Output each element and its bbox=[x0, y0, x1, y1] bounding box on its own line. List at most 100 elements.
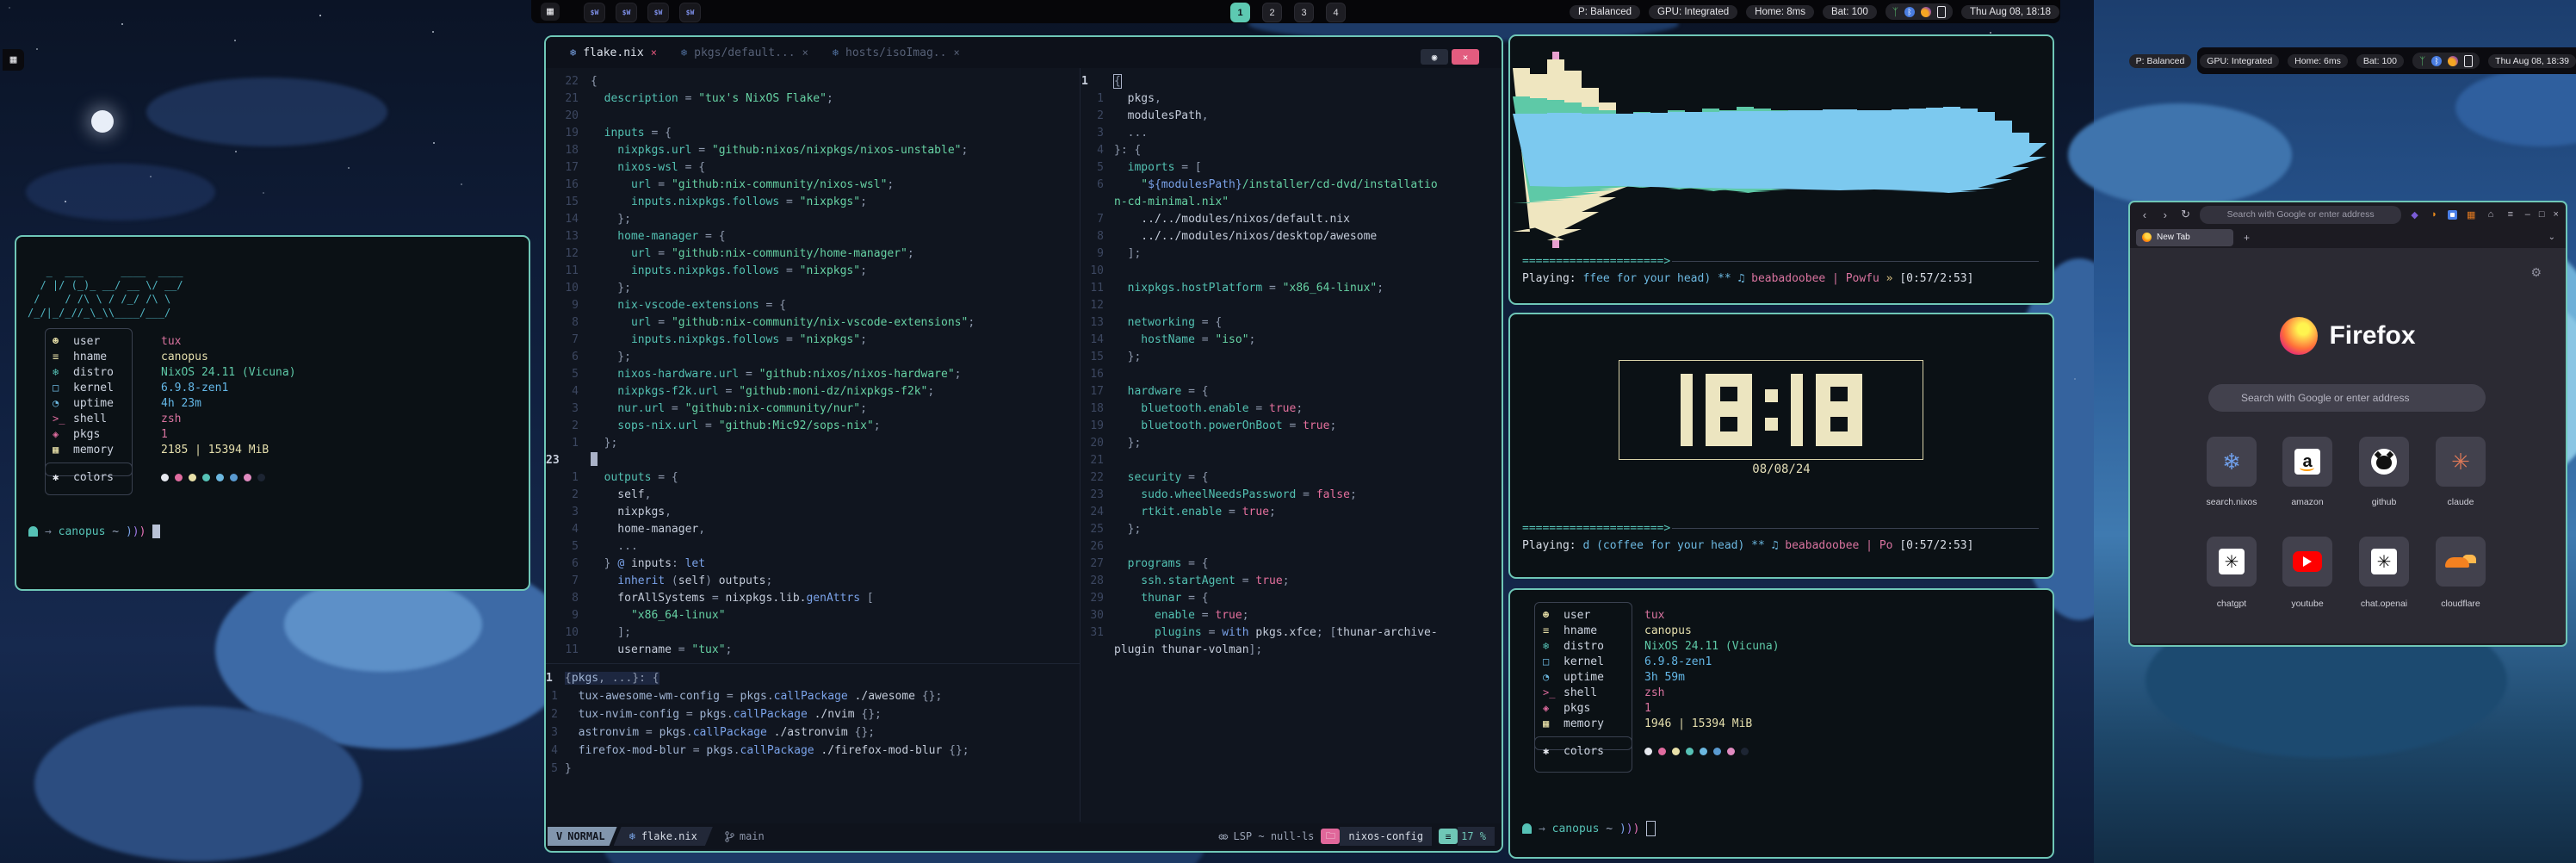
fetch-row-distro: ❄distro bbox=[1543, 638, 1604, 654]
workspace-3[interactable]: 3 bbox=[1294, 3, 1314, 22]
buffer-flake-nix[interactable]: 22{21 description = "tux's NixOS Flake";… bbox=[546, 73, 1078, 659]
extension-icon[interactable]: ◗ bbox=[2429, 209, 2441, 220]
status-pill[interactable]: P: Balanced bbox=[1570, 5, 1640, 19]
close-icon[interactable]: × bbox=[953, 47, 959, 59]
now-playing: Playing: ffee for your head) ** ♫ beabad… bbox=[1522, 272, 1973, 285]
extension-icon[interactable]: ◆ bbox=[2409, 209, 2421, 220]
nix-icon: ❄ bbox=[570, 47, 576, 59]
media-app-icon[interactable] bbox=[1921, 7, 1931, 17]
shortcut-label: youtube bbox=[2269, 599, 2346, 609]
workspace-1[interactable]: 1 bbox=[1230, 3, 1250, 22]
terminal-cava[interactable]: =====================> Playing: ffee for… bbox=[1508, 34, 2054, 305]
close-icon[interactable]: × bbox=[651, 47, 657, 59]
code-line: 3 nur.url = "github:nix-community/nur"; bbox=[546, 400, 1078, 418]
shortcut-label: chat.openai bbox=[2345, 599, 2423, 609]
fetch-value-pkgs: 1 bbox=[1644, 702, 1651, 715]
home-icon[interactable]: ⌂ bbox=[2485, 209, 2497, 220]
bluetooth-icon[interactable]: ᛒ bbox=[1904, 7, 1915, 17]
code-line: 8 ../../modules/nixos/desktop/awesome bbox=[1081, 228, 1500, 245]
moon bbox=[91, 110, 114, 133]
status-pill[interactable]: Bat: 100 bbox=[2356, 54, 2404, 68]
clock[interactable]: Thu Aug 08, 18:18 bbox=[1961, 5, 2059, 19]
neovim-window[interactable]: ❄flake.nix× ❄pkgs/default...× ❄hosts/isoIm… bbox=[544, 35, 1503, 853]
phone-icon[interactable] bbox=[2464, 55, 2473, 67]
shortcut-chat.openai[interactable]: ✳ bbox=[2359, 537, 2409, 587]
search-input[interactable] bbox=[2208, 384, 2486, 412]
taskbar-app-icon[interactable]: $W bbox=[616, 3, 637, 22]
cloudflare-cloud-icon bbox=[2445, 553, 2476, 570]
audio-visualizer bbox=[1513, 45, 2048, 256]
status-pill[interactable]: GPU: Integrated bbox=[2200, 54, 2279, 68]
eye-icon[interactable]: ◉ bbox=[1421, 49, 1448, 65]
menu-icon[interactable]: ≡ bbox=[2505, 209, 2517, 220]
buffer-pkgs-default[interactable]: 1{pkgs, ...}: {1 tux-awesome-wm-config =… bbox=[546, 669, 1078, 778]
tab-new-tab[interactable]: New Tab bbox=[2136, 229, 2233, 246]
fetch-value-shell: zsh bbox=[1644, 686, 1664, 699]
code-line: 6 "${modulesPath}/installer/cd-dvd/insta… bbox=[1081, 177, 1500, 194]
terminal-clock[interactable]: 08/08/24 =====================> Playing:… bbox=[1508, 313, 2054, 579]
code-line: 10 ]; bbox=[546, 624, 1078, 642]
shortcut-label: search.nixos bbox=[2193, 497, 2270, 507]
shortcut-claude[interactable]: ✳ bbox=[2436, 437, 2486, 487]
code-line: 3 astronvim = pkgs.callPackage ./astronv… bbox=[546, 723, 1078, 742]
close-icon[interactable]: × bbox=[802, 47, 808, 59]
fetch-value-user: tux bbox=[161, 335, 181, 348]
settings-gear-icon[interactable]: ⚙ bbox=[2530, 265, 2542, 280]
forward-icon[interactable]: › bbox=[2159, 208, 2171, 221]
code-line: 10 bbox=[1081, 263, 1500, 280]
shortcut-youtube[interactable] bbox=[2282, 537, 2332, 587]
maximize-icon[interactable]: □ bbox=[2539, 209, 2545, 220]
shortcut-github[interactable] bbox=[2359, 437, 2409, 487]
terminal-fastfetch-right[interactable]: ☻usertux≡hnamecanopus❄distroNixOS 24.11 … bbox=[1508, 588, 2054, 859]
status-pill[interactable]: Home: 6ms bbox=[2288, 54, 2348, 68]
taskbar-app-icon[interactable]: $W bbox=[647, 3, 669, 22]
status-pill[interactable]: P: Balanced bbox=[2129, 54, 2192, 68]
status-pill[interactable]: Home: 8ms bbox=[1746, 5, 1814, 19]
code-line: 10 }; bbox=[546, 280, 1078, 297]
fetch-row-distro: ❄distro bbox=[53, 364, 114, 380]
code-line: 14 hostName = "iso"; bbox=[1081, 332, 1500, 349]
tab-hosts/isoImag..[interactable]: ❄hosts/isoImag..× bbox=[833, 47, 960, 59]
nix-icon: ❄ bbox=[681, 47, 687, 59]
bluetooth-icon[interactable]: ᛒ bbox=[2431, 56, 2442, 66]
status-pill[interactable]: GPU: Integrated bbox=[1649, 5, 1737, 19]
taskbar-app-icon[interactable]: $W bbox=[679, 3, 701, 22]
terminal-fastfetch-left[interactable]: _ ___ ____ ____ / |/ (_)_ __/ __ \/ __/ … bbox=[15, 235, 530, 591]
new-tab-button[interactable]: + bbox=[2244, 232, 2250, 244]
code-line: 18 nixpkgs.url = "github:nixos/nixpkgs/n… bbox=[546, 142, 1078, 159]
clock[interactable]: Thu Aug 08, 18:39 bbox=[2488, 54, 2576, 68]
reload-icon[interactable]: ↻ bbox=[2180, 208, 2192, 221]
close-icon[interactable]: × bbox=[2554, 209, 2559, 220]
phone-icon[interactable] bbox=[1937, 6, 1946, 18]
url-bar[interactable] bbox=[2200, 206, 2400, 224]
network-plant-icon[interactable]: ᛉ bbox=[1892, 7, 1898, 17]
shortcut-search.nixos[interactable]: ❄ bbox=[2207, 437, 2257, 487]
tab-pkgs/default...[interactable]: ❄pkgs/default...× bbox=[681, 47, 808, 59]
media-app-icon[interactable] bbox=[2448, 56, 2458, 66]
taskbar-app-icon[interactable]: $W bbox=[584, 3, 605, 22]
start-menu-icon[interactable]: ▦ bbox=[3, 49, 24, 71]
code-line: 7 ../../modules/nixos/default.nix bbox=[1081, 211, 1500, 228]
extension-icon[interactable] bbox=[2448, 210, 2457, 220]
shortcut-cloudflare[interactable] bbox=[2436, 537, 2486, 587]
kernel-icon: □ bbox=[1543, 655, 1564, 667]
code-line: 7 inputs.nixpkgs.follows = "nixpkgs"; bbox=[546, 332, 1078, 349]
code-line: 14 }; bbox=[546, 211, 1078, 228]
tab-list-chevron-icon[interactable]: ⌄ bbox=[2548, 233, 2555, 242]
workspace-2[interactable]: 2 bbox=[1262, 3, 1282, 22]
network-plant-icon[interactable]: ᛉ bbox=[2419, 56, 2425, 66]
workspace-4[interactable]: 4 bbox=[1326, 3, 1346, 22]
shortcut-amazon[interactable]: a bbox=[2282, 437, 2332, 487]
vim-icon: V bbox=[556, 830, 562, 842]
start-menu-icon[interactable]: ▦ bbox=[541, 3, 560, 21]
close-icon[interactable]: × bbox=[1452, 49, 1479, 65]
tab-flake.nix[interactable]: ❄flake.nix× bbox=[570, 47, 657, 59]
minimize-icon[interactable]: – bbox=[2525, 209, 2530, 220]
shortcut-chatgpt[interactable]: ✳ bbox=[2207, 537, 2257, 587]
status-pill[interactable]: Bat: 100 bbox=[1823, 5, 1877, 19]
extension-icon[interactable]: ▦ bbox=[2465, 209, 2477, 220]
back-icon[interactable]: ‹ bbox=[2139, 208, 2151, 221]
fetch-row-uptime: ◔uptime bbox=[53, 395, 114, 411]
firefox-window[interactable]: ‹ › ↻ ◆ ◗ ▦ ⌂ ≡ – □ × New Tab + ⌄ ⚙ bbox=[2128, 201, 2567, 647]
buffer-iso-image[interactable]: 1{1 pkgs,2 modulesPath,3 ...4}: {5 impor… bbox=[1081, 73, 1500, 659]
